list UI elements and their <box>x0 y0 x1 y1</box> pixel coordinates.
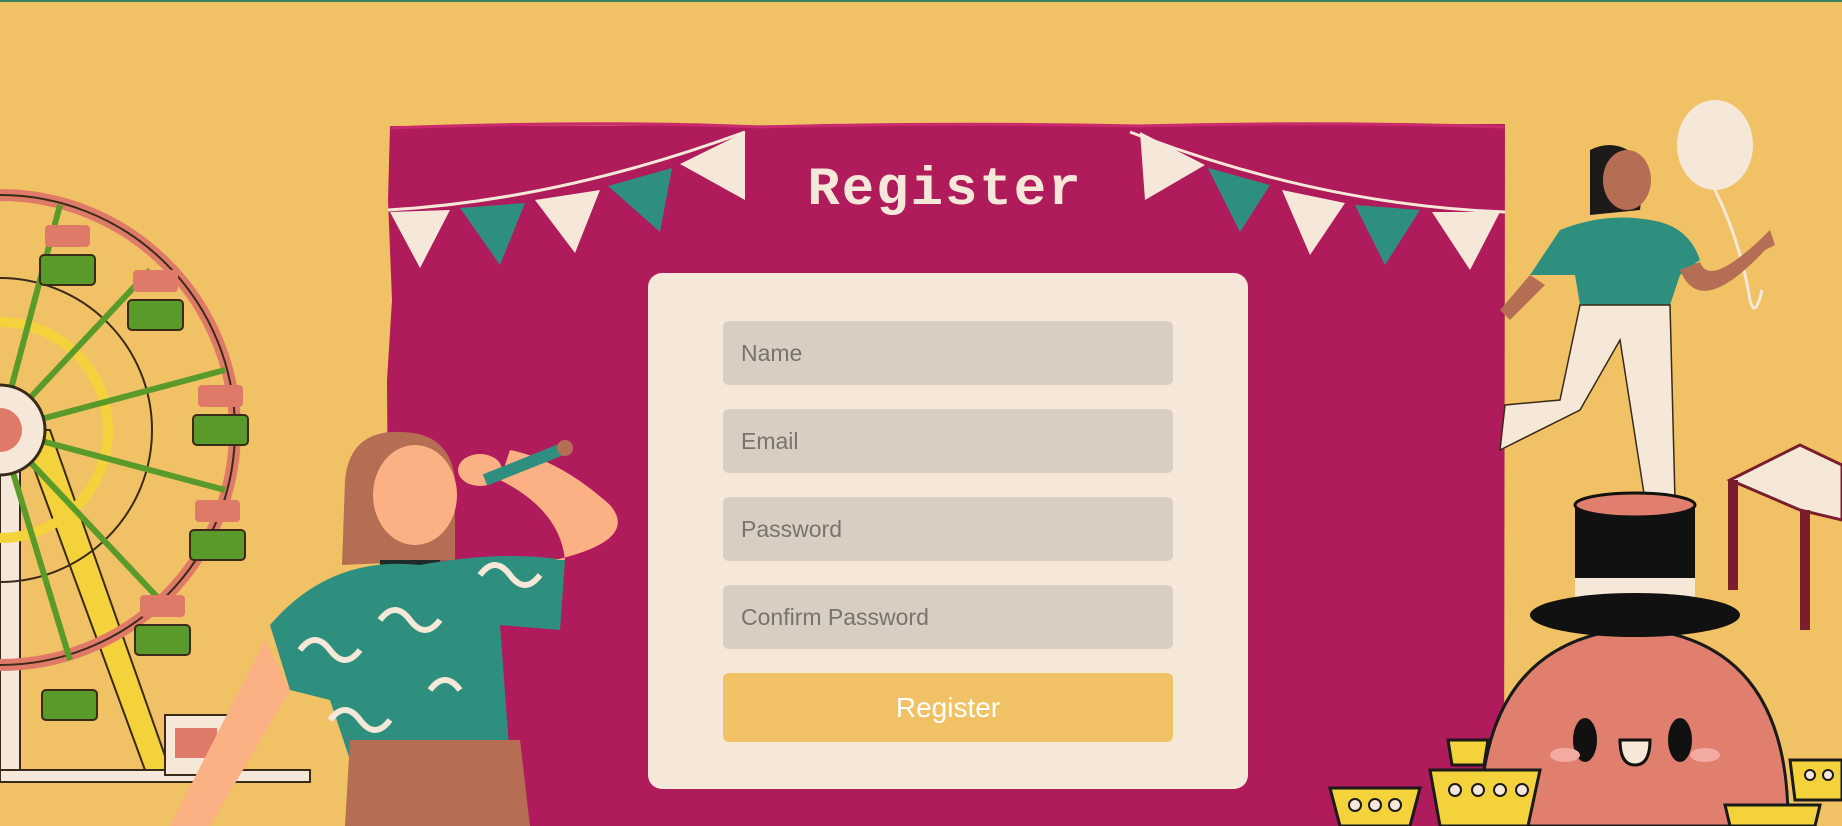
email-input[interactable] <box>723 409 1173 473</box>
page-title: Register <box>807 160 1083 221</box>
name-input[interactable] <box>723 321 1173 385</box>
password-input[interactable] <box>723 497 1173 561</box>
register-button[interactable]: Register <box>723 673 1173 742</box>
stool-illustration <box>1726 443 1842 630</box>
confirm-password-input[interactable] <box>723 585 1173 649</box>
girl-with-balloon-illustration <box>1499 100 1775 501</box>
register-form: Register <box>648 273 1248 789</box>
